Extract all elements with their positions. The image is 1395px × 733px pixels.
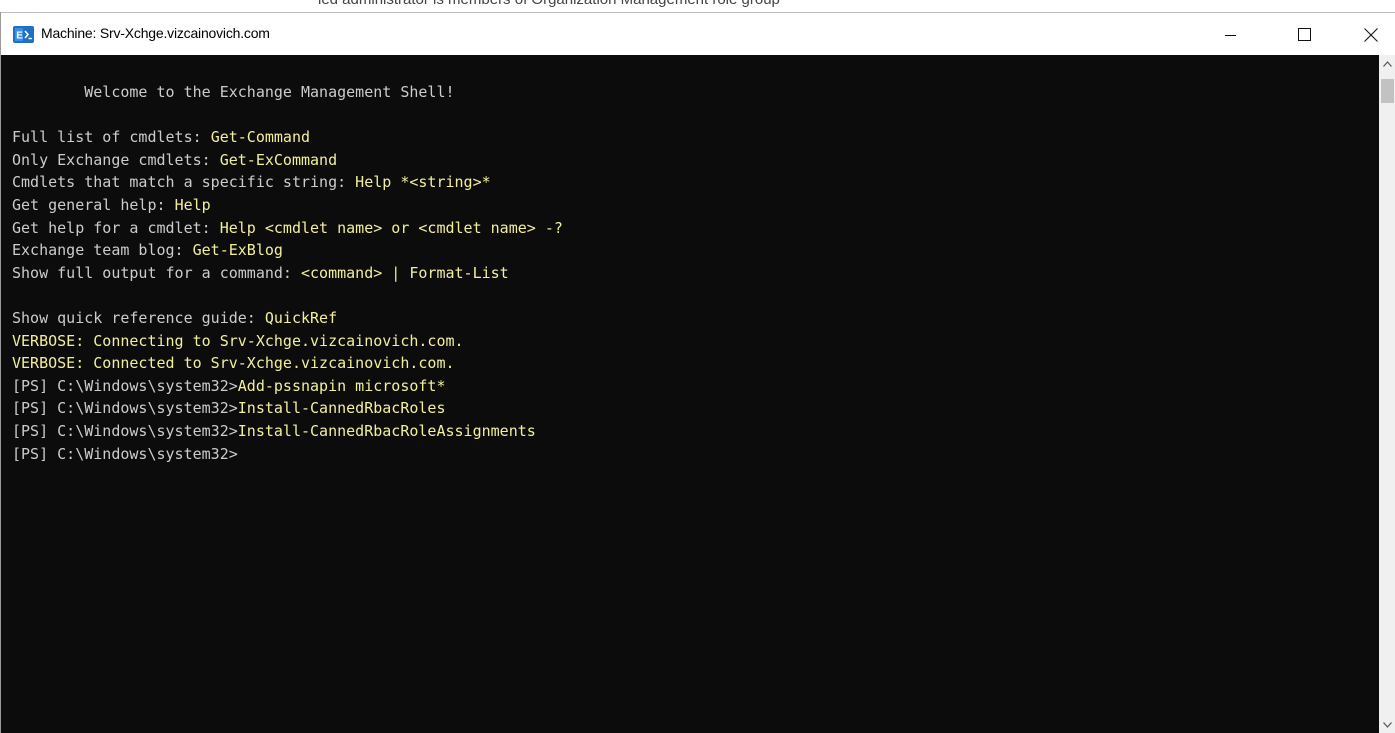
scroll-down-button[interactable] — [1379, 716, 1395, 733]
minimize-icon — [1225, 34, 1236, 36]
vertical-scrollbar[interactable] — [1379, 55, 1395, 733]
console-command-text: VERBOSE: Connected to Srv-Xchge.vizcaino… — [12, 354, 455, 373]
console-line: VERBOSE: Connecting to Srv-Xchge.vizcain… — [12, 330, 563, 353]
console-command-text: Help — [174, 195, 211, 214]
chevron-down-icon — [1383, 721, 1392, 728]
console-command-text: Add-pssnapin microsoft* — [237, 376, 446, 395]
console-text: Exchange team blog: — [12, 241, 193, 260]
minimize-button[interactable] — [1208, 13, 1254, 56]
console-line: Cmdlets that match a specific string: He… — [12, 171, 563, 194]
console-line: [PS] C:\Windows\system32>Install-CannedR… — [12, 420, 563, 443]
console-lines: Welcome to the Exchange Management Shell… — [12, 81, 563, 465]
console-line: Show quick reference guide: QuickRef — [12, 307, 563, 330]
console-line: [PS] C:\Windows\system32>Add-pssnapin mi… — [12, 375, 563, 398]
console-command-text: Install-CannedRbacRoleAssignments — [237, 421, 536, 440]
close-button[interactable] — [1348, 13, 1394, 56]
console-text: [PS] C:\Windows\system32> — [12, 421, 238, 440]
chevron-up-icon — [1383, 60, 1392, 67]
shell-window: E Machine: Srv-Xchge.vizcainovich.com We… — [0, 12, 1395, 733]
console-output[interactable]: Welcome to the Exchange Management Shell… — [1, 55, 1379, 733]
close-icon — [1364, 27, 1378, 42]
console-command-text: Get-Command — [210, 128, 311, 147]
console-text: Welcome to the Exchange Management Shell… — [12, 83, 455, 101]
console-text: [PS] C:\Windows\system32> — [12, 376, 238, 395]
maximize-button[interactable] — [1281, 13, 1327, 56]
background-window-text: ied administrator is members of Organiza… — [318, 0, 780, 8]
maximize-icon — [1297, 28, 1311, 41]
title-bar[interactable]: E Machine: Srv-Xchge.vizcainovich.com — [1, 12, 1395, 56]
console-text: [PS] C:\Windows\system32> — [12, 444, 238, 463]
console-line: Only Exchange cmdlets: Get-ExCommand — [12, 149, 563, 172]
console-command-text: Help *<string>* — [355, 173, 491, 192]
console-command-text: Install-CannedRbacRoles — [237, 399, 446, 418]
console-line: Exchange team blog: Get-ExBlog — [12, 239, 563, 262]
console-command-text: QuickRef — [264, 308, 338, 327]
console-line: Get help for a cmdlet: Help <cmdlet name… — [12, 217, 563, 240]
console-text: Only Exchange cmdlets: — [12, 150, 220, 169]
exchange-shell-icon: E — [13, 26, 34, 43]
console-command-text: VERBOSE: Connecting to Srv-Xchge.vizcain… — [12, 331, 464, 350]
svg-text:E: E — [16, 31, 23, 42]
background-window: ied administrator is members of Organiza… — [0, 0, 1395, 12]
console-line: Welcome to the Exchange Management Shell… — [12, 81, 563, 104]
console-line: Show full output for a command: <command… — [12, 262, 563, 285]
console-line: [PS] C:\Windows\system32> — [12, 443, 563, 466]
console-text: Cmdlets that match a specific string: — [12, 173, 356, 192]
console-command-text: <command> | Format-List — [300, 263, 509, 282]
console-text: Get general help: — [12, 195, 175, 214]
console-line: Full list of cmdlets: Get-Command — [12, 126, 563, 149]
window-title: Machine: Srv-Xchge.vizcainovich.com — [41, 25, 270, 41]
console-command-text: Help <cmdlet name> or <cmdlet name> -? — [219, 218, 563, 237]
console-line: Get general help: Help — [12, 194, 563, 217]
scroll-up-button[interactable] — [1379, 55, 1395, 72]
console-text: [PS] C:\Windows\system32> — [12, 399, 238, 418]
scroll-thumb[interactable] — [1381, 79, 1394, 103]
console-text: Show quick reference guide: — [12, 308, 265, 327]
console-line: VERBOSE: Connected to Srv-Xchge.vizcaino… — [12, 352, 563, 375]
console-line: [PS] C:\Windows\system32>Install-CannedR… — [12, 397, 563, 420]
console-command-text: Get-ExCommand — [219, 150, 338, 169]
console-text: Full list of cmdlets: — [12, 128, 211, 147]
console-text: Show full output for a command: — [12, 263, 301, 282]
console-command-text: Get-ExBlog — [192, 241, 283, 260]
console-text: Get help for a cmdlet: — [12, 218, 220, 237]
